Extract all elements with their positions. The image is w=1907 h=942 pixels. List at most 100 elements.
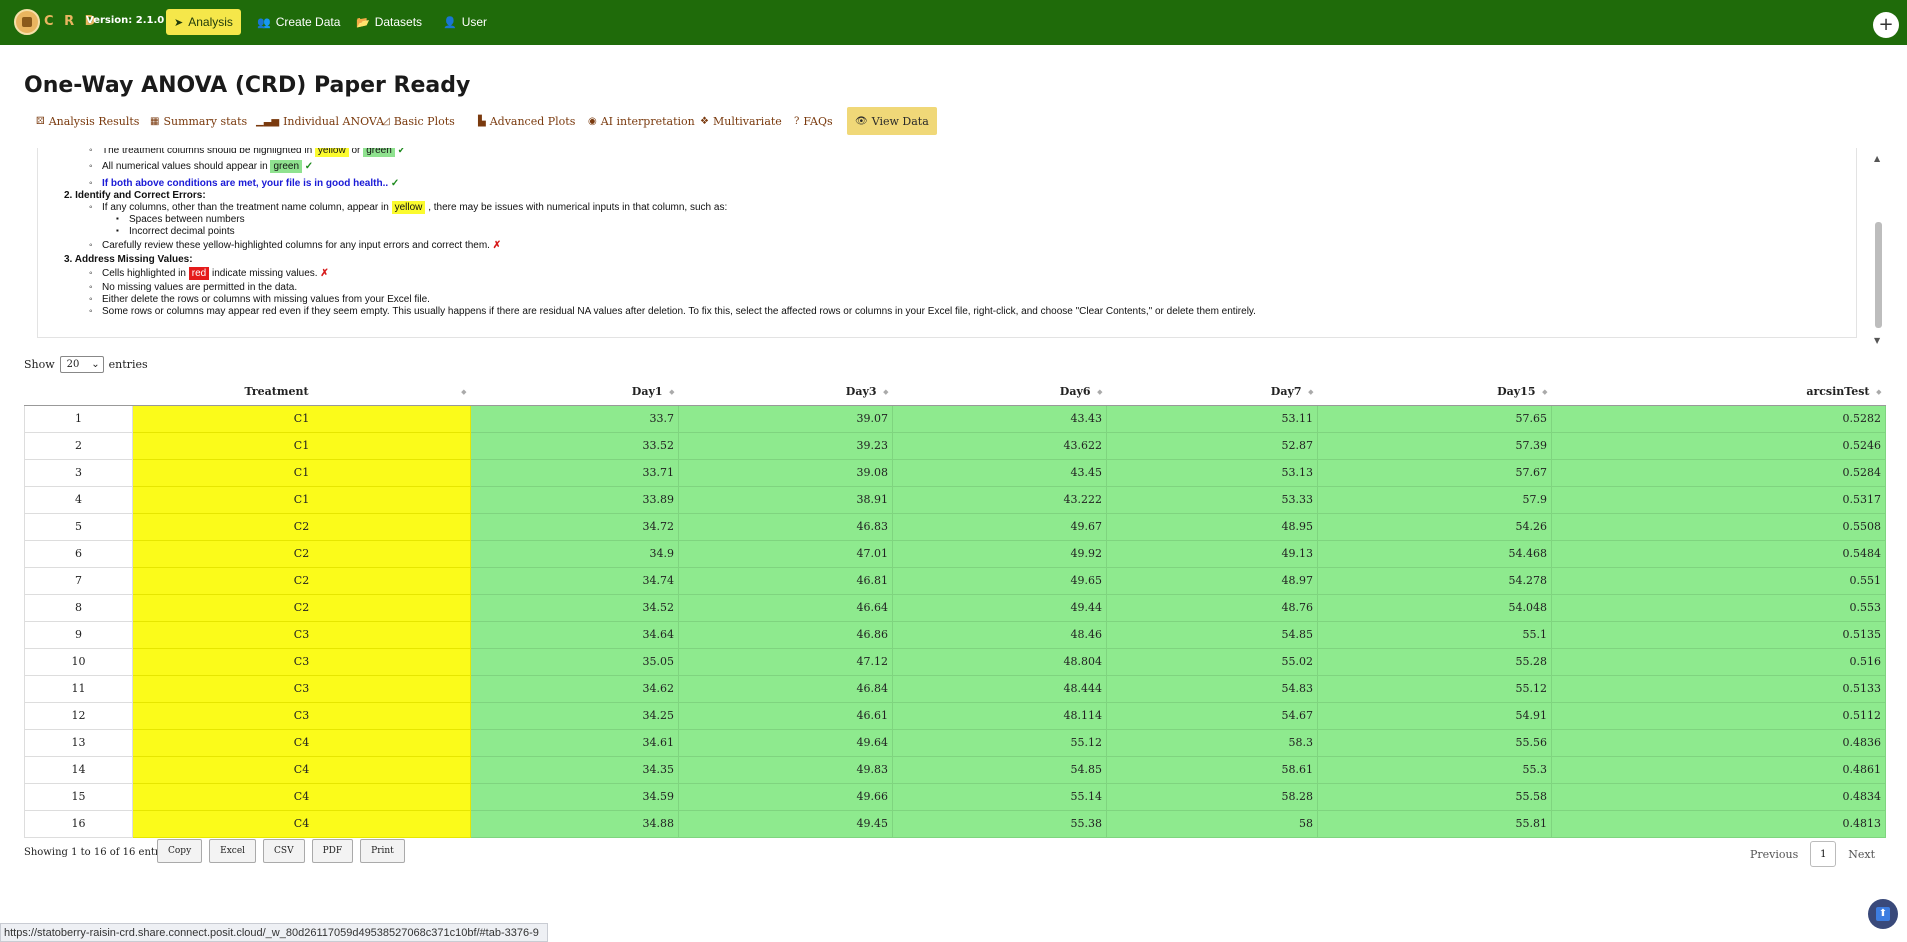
treatment-cell: C1: [132, 485, 471, 514]
value-cell: 54.67: [1106, 701, 1318, 730]
pdf-button[interactable]: PDF: [311, 839, 354, 863]
value-cell: 48.95: [1106, 512, 1318, 541]
page-1-button[interactable]: 1: [1810, 841, 1837, 867]
tab-faqs[interactable]: ? FAQs: [786, 107, 841, 135]
value-cell: 43.43: [892, 404, 1107, 433]
value-cell: 55.12: [1317, 674, 1552, 703]
tab-ai-interpretation[interactable]: ◉ AI interpretation: [580, 107, 703, 135]
tab-multivariate[interactable]: ❖ Multivariate: [692, 107, 790, 135]
value-cell: 49.65: [892, 566, 1107, 595]
previous-button[interactable]: Previous: [1750, 848, 1798, 861]
row-index-cell: 9: [24, 620, 133, 649]
table-row[interactable]: 13 C4 34.61 49.64 55.12 58.3 55.56 0.4836: [24, 728, 1886, 757]
scroll-up-icon[interactable]: ▲: [1874, 154, 1880, 163]
value-cell: 33.71: [470, 458, 679, 487]
row-index-cell: 11: [24, 674, 133, 703]
column-header-treatment[interactable]: Treatment ◆: [132, 378, 471, 406]
column-header-day15[interactable]: Day15 ◆: [1317, 378, 1552, 406]
value-cell: 57.67: [1317, 458, 1552, 487]
treatment-cell: C3: [132, 701, 471, 730]
check-icon: ✓: [397, 148, 406, 156]
table-row[interactable]: 5 C2 34.72 46.83 49.67 48.95 54.26 0.5508: [24, 512, 1886, 541]
scroll-top-button[interactable]: ⬆: [1868, 899, 1898, 929]
instruction-subitem: Spaces between numbers: [116, 214, 245, 225]
plus-button[interactable]: +: [1873, 12, 1899, 38]
table-row[interactable]: 10 C3 35.05 47.12 48.804 55.02 55.28 0.516: [24, 647, 1886, 676]
tab-label: AI interpretation: [600, 114, 695, 128]
nav-create-data-label: Create Data: [275, 15, 341, 29]
column-header-index[interactable]: [24, 378, 133, 406]
value-cell: 54.83: [1106, 674, 1318, 703]
value-cell: 49.67: [892, 512, 1107, 541]
value-cell: 0.5246: [1551, 431, 1886, 460]
instruction-item: Either delete the rows or columns with m…: [89, 294, 430, 305]
tab-advanced-plots[interactable]: ▙ Advanced Plots: [470, 107, 583, 135]
instruction-item: Carefully review these yellow-highlighte…: [89, 240, 501, 251]
app-logo[interactable]: [14, 9, 40, 35]
value-cell: 49.13: [1106, 539, 1318, 568]
tab-label: Analysis Results: [48, 114, 140, 128]
table-row[interactable]: 14 C4 34.35 49.83 54.85 58.61 55.3 0.4861: [24, 755, 1886, 784]
entries-select[interactable]: 20 ⌄: [59, 356, 104, 373]
table-icon: ▦: [150, 115, 160, 127]
table-row[interactable]: 15 C4 34.59 49.66 55.14 58.28 55.58 0.4834: [24, 782, 1886, 811]
value-cell: 43.45: [892, 458, 1107, 487]
value-cell: 0.5484: [1551, 539, 1886, 568]
table-row[interactable]: 3 C1 33.71 39.08 43.45 53.13 57.67 0.5284: [24, 458, 1886, 487]
table-row[interactable]: 7 C2 34.74 46.81 49.65 48.97 54.278 0.551: [24, 566, 1886, 595]
table-row[interactable]: 1 C1 33.7 39.07 43.43 53.11 57.65 0.5282: [24, 404, 1886, 433]
tab-summary-stats[interactable]: ▦ Summary stats: [142, 107, 255, 135]
value-cell: 0.551: [1551, 566, 1886, 595]
nav-user[interactable]: 👤 User: [435, 9, 495, 35]
user-icon: 👤: [443, 16, 457, 29]
tab-analysis-results[interactable]: ⚄ Analysis Results: [28, 107, 147, 135]
instructions-scrollbar[interactable]: ▲ ▼: [1872, 148, 1884, 348]
tab-view-data[interactable]: 👁 View Data: [847, 107, 937, 135]
header-label: Day15: [1497, 384, 1536, 398]
tab-basic-plots[interactable]: ◿ Basic Plots: [374, 107, 463, 135]
next-button[interactable]: Next: [1848, 848, 1875, 861]
copy-button[interactable]: Copy: [157, 839, 203, 863]
value-cell: 33.52: [470, 431, 679, 460]
column-header-day1[interactable]: Day1 ◆: [470, 378, 679, 406]
value-cell: 39.08: [678, 458, 893, 487]
value-cell: 47.01: [678, 539, 893, 568]
column-header-day7[interactable]: Day7 ◆: [1106, 378, 1318, 406]
value-cell: 49.64: [678, 728, 893, 757]
yellow-highlight: yellow: [391, 201, 426, 214]
section-title: 2. Identify and Correct Errors:: [64, 190, 206, 201]
table-row[interactable]: 11 C3 34.62 46.84 48.444 54.83 55.12 0.5133: [24, 674, 1886, 703]
treatment-cell: C2: [132, 566, 471, 595]
tab-individual-anova[interactable]: ▁▃▅ Individual ANOVA: [248, 107, 392, 135]
value-cell: 49.45: [678, 809, 893, 838]
green-highlight: green: [363, 148, 395, 157]
value-cell: 46.83: [678, 512, 893, 541]
excel-button[interactable]: Excel: [209, 839, 257, 863]
value-cell: 54.048: [1317, 593, 1552, 622]
table-row[interactable]: 4 C1 33.89 38.91 43.222 53.33 57.9 0.5317: [24, 485, 1886, 514]
csv-button[interactable]: CSV: [263, 839, 305, 863]
nav-user-label: User: [461, 15, 488, 29]
table-row[interactable]: 16 C4 34.88 49.45 55.38 58 55.81 0.4813: [24, 809, 1886, 838]
nav-create-data[interactable]: 👥 Create Data: [249, 9, 348, 35]
scrollbar-thumb[interactable]: [1875, 222, 1882, 328]
scroll-down-icon[interactable]: ▼: [1874, 336, 1880, 345]
data-table: Treatment ◆ Day1 ◆ Day3 ◆ Day6 ◆ Day7 ◆ Day15…: [24, 378, 1886, 838]
nav-datasets[interactable]: 📂 Datasets: [348, 9, 430, 35]
nav-analysis[interactable]: ➤ Analysis: [166, 9, 241, 35]
table-row[interactable]: 12 C3 34.25 46.61 48.114 54.67 54.91 0.5112: [24, 701, 1886, 730]
column-header-day3[interactable]: Day3 ◆: [678, 378, 893, 406]
print-button[interactable]: Print: [360, 839, 405, 863]
value-cell: 48.114: [892, 701, 1107, 730]
table-row[interactable]: 9 C3 34.64 46.86 48.46 54.85 55.1 0.5135: [24, 620, 1886, 649]
row-index-cell: 13: [24, 728, 133, 757]
folder-open-icon: 📂: [356, 16, 370, 29]
table-row[interactable]: 2 C1 33.52 39.23 43.622 52.87 57.39 0.5246: [24, 431, 1886, 460]
table-row[interactable]: 8 C2 34.52 46.64 49.44 48.76 54.048 0.553: [24, 593, 1886, 622]
value-cell: 57.65: [1317, 404, 1552, 433]
table-row[interactable]: 6 C2 34.9 47.01 49.92 49.13 54.468 0.5484: [24, 539, 1886, 568]
value-cell: 49.66: [678, 782, 893, 811]
column-header-day6[interactable]: Day6 ◆: [892, 378, 1107, 406]
value-cell: 34.88: [470, 809, 679, 838]
column-header-arcsintest[interactable]: arcsinTest ◆: [1551, 378, 1886, 406]
